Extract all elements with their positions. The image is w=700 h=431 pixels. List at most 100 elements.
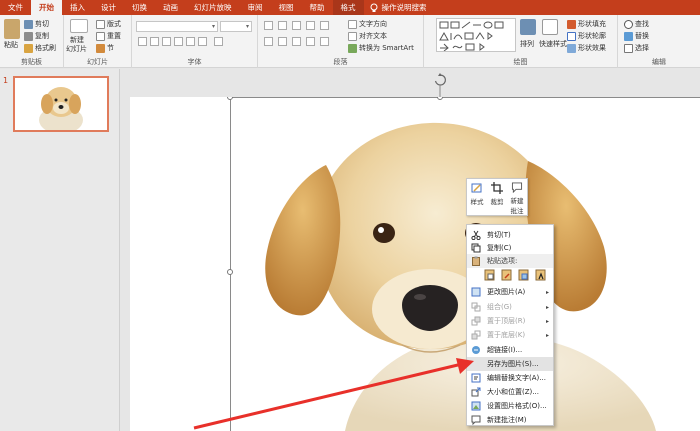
section-button[interactable]: 节 — [96, 43, 114, 53]
annotation-arrow — [193, 358, 474, 430]
crop-button[interactable]: 裁剪 — [487, 179, 507, 215]
paste-picture-button[interactable] — [517, 268, 530, 282]
tab-home[interactable]: 开始 — [31, 0, 62, 15]
align-right-button[interactable] — [292, 37, 301, 46]
selection-top-edge — [230, 97, 700, 98]
new-slide-label-2[interactable]: 幻灯片 — [66, 44, 87, 54]
new-comment-label-2: 批注 — [510, 207, 524, 215]
align-center-button[interactable] — [278, 37, 287, 46]
new-comment-button[interactable]: 新建 批注 — [507, 179, 527, 215]
paste-keep-source-button[interactable] — [500, 268, 513, 282]
tab-slideshow[interactable]: 幻灯片放映 — [186, 0, 240, 15]
find-button[interactable]: 查找 — [624, 19, 649, 29]
line-spacing-button[interactable] — [320, 21, 329, 30]
shape-outline-button[interactable]: 形状轮廓 — [567, 31, 606, 41]
char-spacing-button[interactable] — [198, 37, 207, 46]
tab-animations[interactable]: 动画 — [155, 0, 186, 15]
dog-thumbnail-image — [39, 87, 83, 130]
menu-item-group[interactable]: 组合(G) ▸ — [467, 300, 553, 314]
increase-indent-button[interactable] — [306, 21, 315, 30]
tab-insert[interactable]: 插入 — [62, 0, 93, 15]
numbering-button[interactable] — [278, 21, 287, 30]
tab-review[interactable]: 审阅 — [240, 0, 271, 15]
layout-icon — [96, 19, 105, 29]
align-left-button[interactable] — [264, 37, 273, 46]
search-icon — [624, 19, 633, 29]
tab-help[interactable]: 帮助 — [302, 0, 333, 15]
underline-button[interactable] — [162, 37, 171, 46]
menu-item-change-picture[interactable]: 更改图片(A) ▸ — [467, 285, 553, 299]
slide-thumbnail[interactable] — [13, 76, 109, 132]
chevron-down-icon: ▾ — [245, 23, 249, 30]
bullets-button[interactable] — [264, 21, 273, 30]
cut-label: 剪切 — [35, 20, 49, 28]
tab-transitions[interactable]: 切换 — [124, 0, 155, 15]
clipboard-group: 粘贴 剪切 复制 格式刷 剪贴板 — [0, 15, 64, 68]
rotate-handle-icon[interactable] — [433, 73, 447, 97]
menu-item-send-to-back[interactable]: 置于底层(K) ▸ — [467, 328, 553, 342]
font-group: ▾ ▾ 字体 — [132, 15, 258, 68]
cursor-icon — [624, 43, 633, 53]
style-button[interactable]: 样式 — [467, 179, 487, 215]
new-slide-icon[interactable] — [70, 19, 88, 33]
submenu-arrow-icon: ▸ — [545, 303, 549, 311]
arrange-icon[interactable] — [520, 19, 536, 35]
quick-styles-button[interactable]: 快速样式 — [539, 39, 567, 49]
select-button[interactable]: 选择 — [624, 43, 649, 53]
shadow-button[interactable] — [174, 37, 183, 46]
decrease-indent-button[interactable] — [292, 21, 301, 30]
shapes-gallery[interactable] — [436, 18, 516, 52]
slides-group-label: 幻灯片 — [87, 58, 108, 66]
italic-button[interactable] — [150, 37, 159, 46]
paste-text-only-button[interactable] — [534, 268, 547, 282]
submenu-arrow-icon: ▸ — [545, 331, 549, 339]
resize-handle-middle-left[interactable] — [227, 269, 233, 275]
paste-use-destination-theme-button[interactable] — [483, 268, 496, 282]
strikethrough-button[interactable] — [186, 37, 195, 46]
font-color-button[interactable] — [214, 37, 223, 46]
reset-button[interactable]: 重置 — [96, 31, 121, 41]
text-direction-button[interactable]: 文字方向 — [348, 19, 387, 29]
quick-styles-icon[interactable] — [542, 19, 558, 35]
bold-button[interactable] — [138, 37, 147, 46]
menu-item-copy[interactable]: 复制(C) — [467, 241, 553, 255]
font-size-dropdown[interactable]: ▾ — [220, 21, 252, 32]
shape-effects-label: 形状效果 — [578, 44, 606, 52]
smartart-button[interactable]: 转换为 SmartArt — [348, 43, 414, 53]
tell-me-search[interactable]: 操作说明搜索 — [370, 2, 427, 13]
scissors-icon — [24, 19, 33, 29]
scissors-icon — [470, 229, 482, 241]
font-family-dropdown[interactable]: ▾ — [136, 21, 218, 32]
menu-item-format-picture-label: 设置图片格式(O)... — [487, 402, 547, 410]
tab-file[interactable]: 文件 — [0, 0, 31, 15]
align-text-button[interactable]: 对齐文本 — [348, 31, 387, 41]
columns-button[interactable] — [320, 37, 329, 46]
copy-button[interactable]: 复制 — [24, 31, 49, 41]
tab-format[interactable]: 格式 — [332, 0, 364, 15]
paste-options-header: 粘贴选项: — [467, 254, 553, 268]
pen-icon — [567, 31, 576, 41]
tab-view[interactable]: 视图 — [271, 0, 302, 15]
smartart-icon — [348, 43, 357, 53]
menu-item-cut[interactable]: 剪切(T) — [467, 228, 553, 242]
drawing-group: 排列 快速样式 形状填充 形状轮廓 形状效果 绘图 — [424, 15, 618, 68]
style-label: 样式 — [470, 198, 484, 206]
tab-design[interactable]: 设计 — [93, 0, 124, 15]
layout-button[interactable]: 版式 — [96, 19, 121, 29]
paste-options-row — [483, 268, 551, 282]
replace-button[interactable]: 替换 — [624, 31, 649, 41]
shape-fill-button[interactable]: 形状填充 — [567, 19, 606, 29]
paste-icon[interactable] — [4, 19, 20, 39]
reset-label: 重置 — [107, 32, 121, 40]
tell-me-label: 操作说明搜索 — [381, 3, 427, 12]
select-label: 选择 — [635, 44, 649, 52]
format-painter-button[interactable]: 格式刷 — [24, 43, 56, 53]
cut-button[interactable]: 剪切 — [24, 19, 49, 29]
menu-item-bring-to-front[interactable]: 置于顶层(R) ▸ — [467, 314, 553, 328]
paste-button[interactable]: 粘贴 — [4, 40, 18, 50]
justify-button[interactable] — [306, 37, 315, 46]
menu-item-new-comment-label: 新建批注(M) — [487, 416, 527, 424]
shape-effects-button[interactable]: 形状效果 — [567, 43, 606, 53]
arrange-button[interactable]: 排列 — [520, 39, 534, 49]
paste-options-label: 粘贴选项: — [487, 257, 518, 265]
